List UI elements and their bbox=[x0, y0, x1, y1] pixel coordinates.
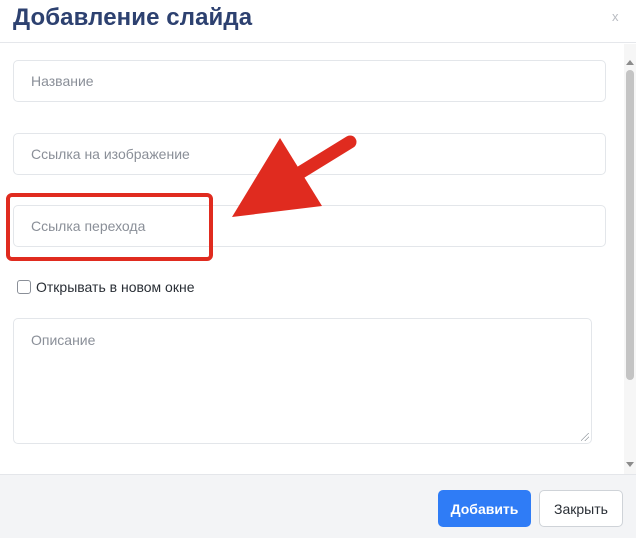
modal-title: Добавление слайда bbox=[13, 4, 253, 31]
name-input[interactable]: Название bbox=[13, 60, 606, 102]
close-button[interactable]: Закрыть bbox=[539, 490, 623, 527]
add-button[interactable]: Добавить bbox=[438, 490, 531, 527]
description-placeholder: Описание bbox=[31, 332, 96, 348]
name-placeholder: Название bbox=[31, 73, 94, 89]
modal-header: Добавление слайда x bbox=[0, 0, 636, 43]
image-link-placeholder: Ссылка на изображение bbox=[31, 146, 190, 162]
resize-grip-icon[interactable] bbox=[581, 433, 589, 441]
scroll-down-arrow-icon[interactable] bbox=[626, 462, 634, 467]
close-icon[interactable]: x bbox=[612, 9, 619, 24]
add-slide-modal: Добавление слайда x Название Ссылка на и… bbox=[0, 0, 636, 538]
description-textarea[interactable]: Описание bbox=[13, 318, 592, 444]
scroll-thumb[interactable] bbox=[626, 70, 634, 380]
vertical-scrollbar[interactable] bbox=[624, 44, 636, 474]
open-new-window-label[interactable]: Открывать в новом окне bbox=[36, 279, 194, 295]
open-new-window-row[interactable]: Открывать в новом окне bbox=[17, 279, 194, 295]
modal-footer: Добавить Закрыть bbox=[0, 474, 636, 538]
open-new-window-checkbox[interactable] bbox=[17, 280, 31, 294]
highlight-box bbox=[6, 193, 213, 261]
scroll-up-arrow-icon[interactable] bbox=[626, 60, 634, 65]
image-link-input[interactable]: Ссылка на изображение bbox=[13, 133, 606, 175]
